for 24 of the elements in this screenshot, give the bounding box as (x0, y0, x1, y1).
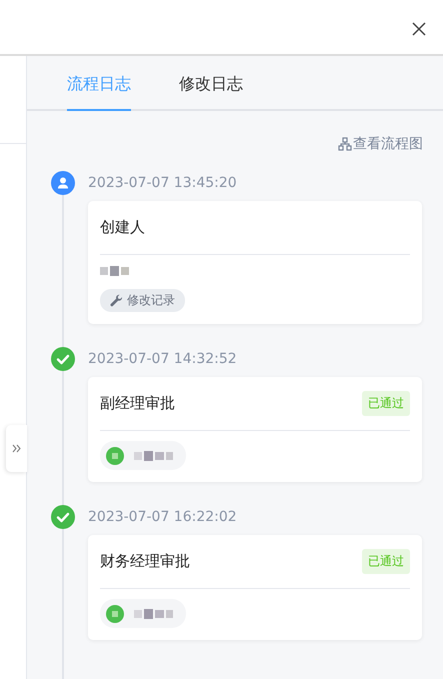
step-title: 财务经理审批 (100, 552, 190, 571)
wrench-icon (110, 294, 123, 307)
view-flowchart-link[interactable]: 查看流程图 (338, 135, 423, 153)
timestamp: 2023-07-07 14:32:52 (88, 350, 238, 369)
double-chevron-icon (12, 444, 21, 453)
step-title: 副经理审批 (100, 394, 175, 413)
step-title: 创建人 (100, 218, 145, 237)
status-tag: 已通过 (362, 391, 410, 416)
tab[interactable]: 流程日志 (67, 56, 131, 111)
edit-record-button[interactable]: 修改记录 (100, 289, 185, 312)
tab[interactable]: 修改日志 (179, 56, 243, 111)
status-tag: 已通过 (362, 549, 410, 574)
check-node-icon (51, 505, 75, 529)
redacted-name-drawing (134, 450, 174, 462)
close-icon[interactable] (412, 22, 426, 36)
avatar-icon (106, 604, 124, 622)
user-node-icon (51, 171, 75, 195)
hierarchy-icon (338, 137, 352, 151)
redacted-name-drawing (100, 265, 130, 277)
avatar-icon (106, 446, 124, 464)
check-node-icon (51, 347, 75, 371)
redacted-name-drawing (134, 608, 174, 620)
timestamp: 2023-07-07 13:45:20 (88, 174, 238, 193)
timestamp: 2023-07-07 16:22:02 (88, 508, 238, 527)
